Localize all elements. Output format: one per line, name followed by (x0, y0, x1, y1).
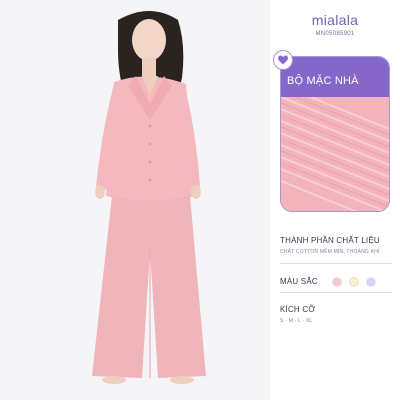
material-description: CHẤT COTTON MỀM MỊN, THOÁNG KHÍ (280, 249, 380, 255)
model-illustration (92, 11, 206, 384)
divider (280, 263, 392, 264)
color-title: MÀU SẮC (280, 277, 318, 286)
size-list: S · M · L · XL (280, 318, 313, 324)
product-sku: MN05085901 (315, 31, 355, 37)
product-info-panel: mialala MN05085901 BỘ MẶC NHÀ THÀNH PHẦN… (270, 0, 400, 400)
heart-badge (273, 50, 293, 70)
category-card: BỘ MẶC NHÀ (280, 56, 390, 212)
divider (280, 292, 392, 293)
brand-logo: mialala (311, 12, 359, 28)
color-swatch-lavender[interactable] (366, 277, 376, 287)
fabric-swatch-image (281, 97, 389, 211)
material-title: THÀNH PHẦN CHẤT LIỆU (280, 236, 380, 245)
size-title: KÍCH CỠ (280, 305, 316, 314)
category-title: BỘ MẶC NHÀ (287, 75, 359, 87)
category-header: BỘ MẶC NHÀ (281, 57, 389, 97)
product-photo (0, 0, 270, 400)
color-swatch-yellow[interactable] (349, 277, 359, 287)
heart-icon (278, 55, 288, 65)
color-swatch-pink[interactable] (332, 277, 342, 287)
